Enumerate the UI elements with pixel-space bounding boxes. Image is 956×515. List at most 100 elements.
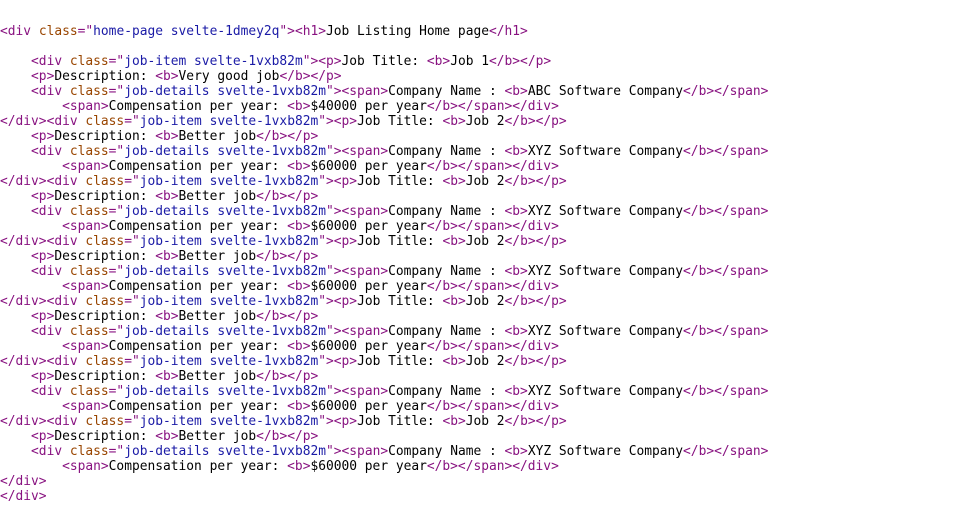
source-tag: <span> <box>341 264 389 279</box>
source-tag: <b> <box>287 99 311 114</box>
source-view: <div class="home-page svelte-1dmey2q"><h… <box>0 0 956 504</box>
source-tag: <div <box>31 54 70 69</box>
source-tag: "> <box>326 204 342 219</box>
source-text: XYZ Software Company <box>527 204 684 219</box>
source-tag: =" <box>108 84 125 99</box>
source-text <box>0 399 62 414</box>
source-tag: </b></p> <box>504 294 567 309</box>
source-tag: <div <box>46 414 86 429</box>
source-tag: "> <box>326 324 342 339</box>
source-tag: </b></p> <box>256 429 319 444</box>
source-tag: </b></span> <box>683 324 769 339</box>
source-text: Description: <box>54 129 156 144</box>
attr-name: class <box>69 264 109 279</box>
attr-value: job-details svelte-1vxb82m <box>124 204 326 219</box>
source-text: $60000 per year <box>310 459 427 474</box>
source-tag: </b></p> <box>256 129 319 144</box>
source-tag: =" <box>77 24 94 39</box>
source-tag: <b> <box>287 339 311 354</box>
source-tag: =" <box>124 354 140 369</box>
source-tag: =" <box>108 384 125 399</box>
attr-name: class <box>69 324 109 339</box>
attr-name: class <box>85 234 125 249</box>
source-tag: </b></p> <box>256 249 319 264</box>
source-tag: <p> <box>333 234 358 249</box>
source-tag: <b> <box>504 444 528 459</box>
source-text <box>0 324 31 339</box>
source-tag: </div> <box>0 489 47 504</box>
source-line: </div><div class="job-item svelte-1vxb82… <box>0 414 956 429</box>
source-tag: </b></span> <box>683 384 769 399</box>
source-tag: <div <box>46 114 86 129</box>
source-tag: <b> <box>287 399 311 414</box>
attr-value: job-details svelte-1vxb82m <box>124 324 326 339</box>
source-tag: <div <box>31 144 70 159</box>
attr-name: class <box>69 84 109 99</box>
source-text <box>0 219 62 234</box>
source-tag: <span> <box>341 324 389 339</box>
source-tag: </b></p> <box>256 309 319 324</box>
source-tag: <span> <box>341 144 389 159</box>
source-text: Job Title: <box>357 294 443 309</box>
source-tag: </b></span> <box>683 444 769 459</box>
source-tag: =" <box>124 114 140 129</box>
source-text <box>0 99 62 114</box>
attr-value: job-details svelte-1vxb82m <box>124 264 326 279</box>
source-line: <p>Description: <b>Better job</b></p> <box>0 129 956 144</box>
source-tag: </b></p> <box>489 54 552 69</box>
source-text: XYZ Software Company <box>527 144 684 159</box>
source-tag: <b> <box>504 84 528 99</box>
source-text <box>0 339 62 354</box>
source-text <box>0 84 31 99</box>
source-tag: </b></span> <box>683 264 769 279</box>
attr-name: class <box>38 24 78 39</box>
source-tag: <b> <box>442 174 466 189</box>
source-text: Description: <box>54 369 156 384</box>
attr-value: job-details svelte-1vxb82m <box>124 384 326 399</box>
source-tag: <div <box>31 324 70 339</box>
source-tag: <span> <box>341 84 389 99</box>
source-tag: <p> <box>31 429 55 444</box>
attr-name: class <box>69 54 109 69</box>
source-line: <div class="job-item svelte-1vxb82m"><p>… <box>0 54 956 69</box>
source-text <box>0 159 62 174</box>
source-text: Description: <box>54 189 156 204</box>
source-tag: <span> <box>62 219 109 234</box>
source-tag: "> <box>318 294 334 309</box>
source-text: $60000 per year <box>310 399 427 414</box>
source-text: Job Title: <box>357 354 443 369</box>
source-tag: "> <box>326 264 342 279</box>
source-text: Better job <box>178 309 257 324</box>
attr-value: job-details svelte-1vxb82m <box>124 84 326 99</box>
source-text: $60000 per year <box>310 159 427 174</box>
source-text: Job Title: <box>357 414 443 429</box>
source-tag: <p> <box>333 414 358 429</box>
source-text <box>0 204 31 219</box>
attr-name: class <box>85 354 125 369</box>
source-line: <p>Description: <b>Better job</b></p> <box>0 429 956 444</box>
source-tag: =" <box>108 264 125 279</box>
source-text <box>0 189 31 204</box>
source-tag: <b> <box>287 159 311 174</box>
source-tag: <p> <box>333 294 358 309</box>
source-tag: =" <box>124 294 140 309</box>
source-line: <div class="job-details svelte-1vxb82m">… <box>0 444 956 459</box>
source-line: <span>Compensation per year: <b>$60000 p… <box>0 159 956 174</box>
source-text: $60000 per year <box>310 219 427 234</box>
source-tag: <b> <box>504 144 528 159</box>
source-tag: <div <box>46 294 86 309</box>
source-tag: <div <box>31 84 70 99</box>
source-tag: <b> <box>442 354 466 369</box>
attr-name: class <box>69 444 109 459</box>
source-text: Compensation per year: <box>108 399 288 414</box>
source-tag: "> <box>318 174 334 189</box>
source-tag: "> <box>326 144 342 159</box>
source-tag: <div <box>31 444 70 459</box>
source-line: <span>Compensation per year: <b>$60000 p… <box>0 279 956 294</box>
source-line: </div><div class="job-item svelte-1vxb82… <box>0 114 956 129</box>
source-tag: <span> <box>62 339 109 354</box>
source-tag: "> <box>326 84 342 99</box>
source-line: <div class="job-details svelte-1vxb82m">… <box>0 384 956 399</box>
source-text: Better job <box>178 429 257 444</box>
source-tag: <span> <box>62 159 109 174</box>
